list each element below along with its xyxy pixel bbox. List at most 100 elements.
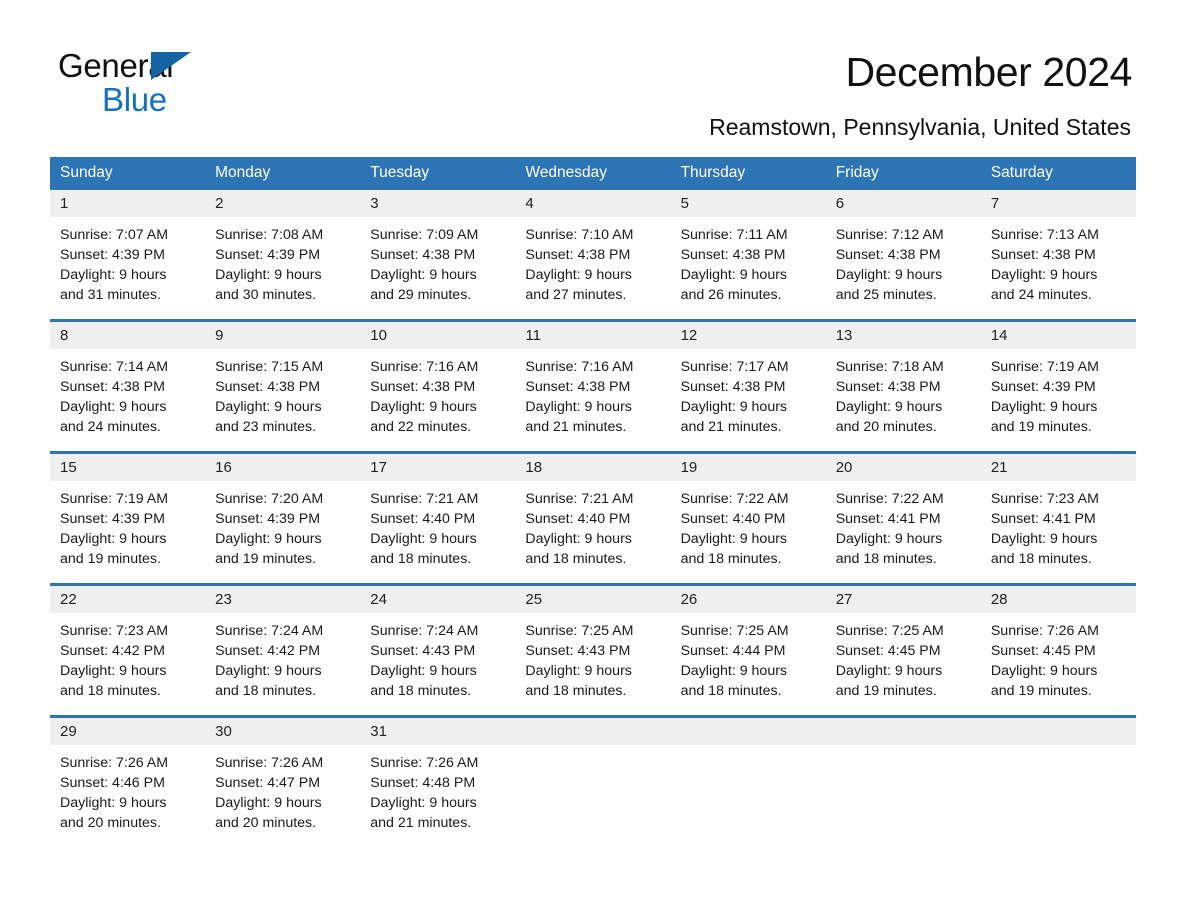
day-cell-details: Sunrise: 7:14 AM Sunset: 4:38 PM Dayligh… [50,349,206,451]
logo-line-1: General [58,48,378,84]
day-cell-number[interactable]: 11 [515,322,671,349]
daylight-text-line2: and 18 minutes. [525,551,627,567]
page-header: General Blue December 2024 Reamstown, Pe… [0,0,1188,141]
daylight-text-line2: and 19 minutes. [60,551,161,567]
daylight-text-line2: and 21 minutes. [680,419,782,435]
sunset-text: Sunset: 4:45 PM [990,643,1096,659]
daylight-text-line2: and 18 minutes. [990,551,1092,567]
day-cell-number[interactable]: 3 [360,190,516,217]
day-cell-number[interactable]: 20 [825,454,981,481]
day-cell-number[interactable]: 2 [205,190,361,217]
day-cell-number[interactable]: 12 [670,322,826,349]
daylight-text-line1: Daylight: 9 hours [525,267,632,283]
day-cell-details: Sunrise: 7:25 AM Sunset: 4:43 PM Dayligh… [515,613,671,715]
day-cell-number[interactable]: 29 [50,718,206,745]
sunrise-text: Sunrise: 7:25 AM [525,623,634,639]
day-cell-details: Sunrise: 7:26 AM Sunset: 4:47 PM Dayligh… [205,745,361,847]
sunrise-text: Sunrise: 7:14 AM [60,359,169,375]
daylight-text-line1: Daylight: 9 hours [990,267,1098,283]
day-cell-details: Sunrise: 7:21 AM Sunset: 4:40 PM Dayligh… [515,481,671,583]
weekday-header-monday: Monday [205,157,361,190]
sunset-text: Sunset: 4:42 PM [60,643,165,659]
daylight-text-line2: and 19 minutes. [215,551,317,567]
weekday-header-saturday: Saturday [980,157,1136,190]
day-cell-details: Sunrise: 7:22 AM Sunset: 4:41 PM Dayligh… [825,481,981,583]
daylight-text-line2: and 21 minutes. [370,815,472,831]
day-cell-number[interactable]: 21 [980,454,1136,481]
day-cell-number[interactable]: 25 [515,586,671,613]
day-cell-number[interactable]: 27 [825,586,981,613]
day-cell-number[interactable]: 5 [670,190,826,217]
sunrise-text: Sunrise: 7:24 AM [215,623,324,639]
sunset-text: Sunset: 4:42 PM [215,643,321,659]
daylight-text-line1: Daylight: 9 hours [60,531,167,547]
day-cell-number[interactable]: 14 [980,322,1136,349]
day-cell-empty [980,718,1136,745]
sunset-text: Sunset: 4:39 PM [215,247,321,263]
calendar-body: 1 2 3 4 5 6 7 Sunrise: 7:07 AM Sunset: 4… [50,190,1136,847]
daylight-text-line1: Daylight: 9 hours [680,399,788,415]
day-cell-number[interactable]: 30 [205,718,361,745]
day-cell-details: Sunrise: 7:20 AM Sunset: 4:39 PM Dayligh… [205,481,361,583]
daylight-text-line1: Daylight: 9 hours [525,663,632,679]
day-cell-number[interactable]: 24 [360,586,516,613]
day-cell-number[interactable]: 19 [670,454,826,481]
daylight-text-line2: and 26 minutes. [680,287,782,303]
day-cell-details: Sunrise: 7:11 AM Sunset: 4:38 PM Dayligh… [670,217,826,319]
page-subtitle-location: Reamstown, Pennsylvania, United States [709,114,1131,140]
daylight-text-line1: Daylight: 9 hours [835,531,943,547]
sunrise-text: Sunrise: 7:26 AM [370,755,479,771]
day-cell-number[interactable]: 22 [50,586,206,613]
week-2-daynumbers: 8 9 10 11 12 13 14 [50,322,1136,349]
daylight-text-line2: and 23 minutes. [215,419,317,435]
daylight-text-line1: Daylight: 9 hours [835,399,943,415]
day-cell-number[interactable]: 10 [360,322,516,349]
day-cell-number[interactable]: 4 [515,190,671,217]
daylight-text-line1: Daylight: 9 hours [525,399,632,415]
sunrise-text: Sunrise: 7:25 AM [835,623,944,639]
sunset-text: Sunset: 4:40 PM [370,511,476,527]
week-1-daynumbers: 1 2 3 4 5 6 7 [50,190,1136,217]
day-cell-details: Sunrise: 7:10 AM Sunset: 4:38 PM Dayligh… [515,217,671,319]
sunset-text: Sunset: 4:48 PM [370,775,476,791]
day-cell-number[interactable]: 26 [670,586,826,613]
weekday-header-sunday: Sunday [50,157,206,190]
sunrise-text: Sunrise: 7:10 AM [525,227,634,243]
daylight-text-line1: Daylight: 9 hours [370,399,477,415]
daylight-text-line2: and 29 minutes. [370,287,472,303]
day-cell-number[interactable]: 16 [205,454,361,481]
day-cell-number[interactable]: 8 [50,322,206,349]
daylight-text-line1: Daylight: 9 hours [215,267,322,283]
day-cell-number[interactable]: 28 [980,586,1136,613]
day-cell-number[interactable]: 23 [205,586,361,613]
day-cell-number[interactable]: 7 [980,190,1136,217]
day-cell-number[interactable]: 18 [515,454,671,481]
day-cell-empty-details [670,745,826,847]
day-cell-number[interactable]: 17 [360,454,516,481]
daylight-text-line2: and 18 minutes. [60,683,161,699]
day-cell-number[interactable]: 1 [50,190,206,217]
daylight-text-line1: Daylight: 9 hours [990,531,1098,547]
daylight-text-line2: and 25 minutes. [835,287,937,303]
daylight-text-line1: Daylight: 9 hours [60,663,167,679]
sunset-text: Sunset: 4:38 PM [370,379,476,395]
day-cell-details: Sunrise: 7:19 AM Sunset: 4:39 PM Dayligh… [980,349,1136,451]
daylight-text-line1: Daylight: 9 hours [215,531,322,547]
day-cell-number[interactable]: 31 [360,718,516,745]
logo-text-blue: Blue [102,81,167,118]
day-cell-details: Sunrise: 7:26 AM Sunset: 4:48 PM Dayligh… [360,745,516,847]
day-cell-number[interactable]: 6 [825,190,981,217]
day-cell-details: Sunrise: 7:09 AM Sunset: 4:38 PM Dayligh… [360,217,516,319]
day-cell-number[interactable]: 9 [205,322,361,349]
sunset-text: Sunset: 4:38 PM [680,379,786,395]
calendar-grid: Sunday Monday Tuesday Wednesday Thursday… [50,157,1136,847]
day-cell-empty [670,718,826,745]
day-cell-number[interactable]: 15 [50,454,206,481]
week-3-details: Sunrise: 7:19 AM Sunset: 4:39 PM Dayligh… [50,481,1136,583]
day-cell-number[interactable]: 13 [825,322,981,349]
sunset-text: Sunset: 4:38 PM [525,247,631,263]
sunset-text: Sunset: 4:47 PM [215,775,321,791]
sunrise-text: Sunrise: 7:17 AM [680,359,789,375]
daylight-text-line1: Daylight: 9 hours [60,399,167,415]
daylight-text-line1: Daylight: 9 hours [525,531,632,547]
